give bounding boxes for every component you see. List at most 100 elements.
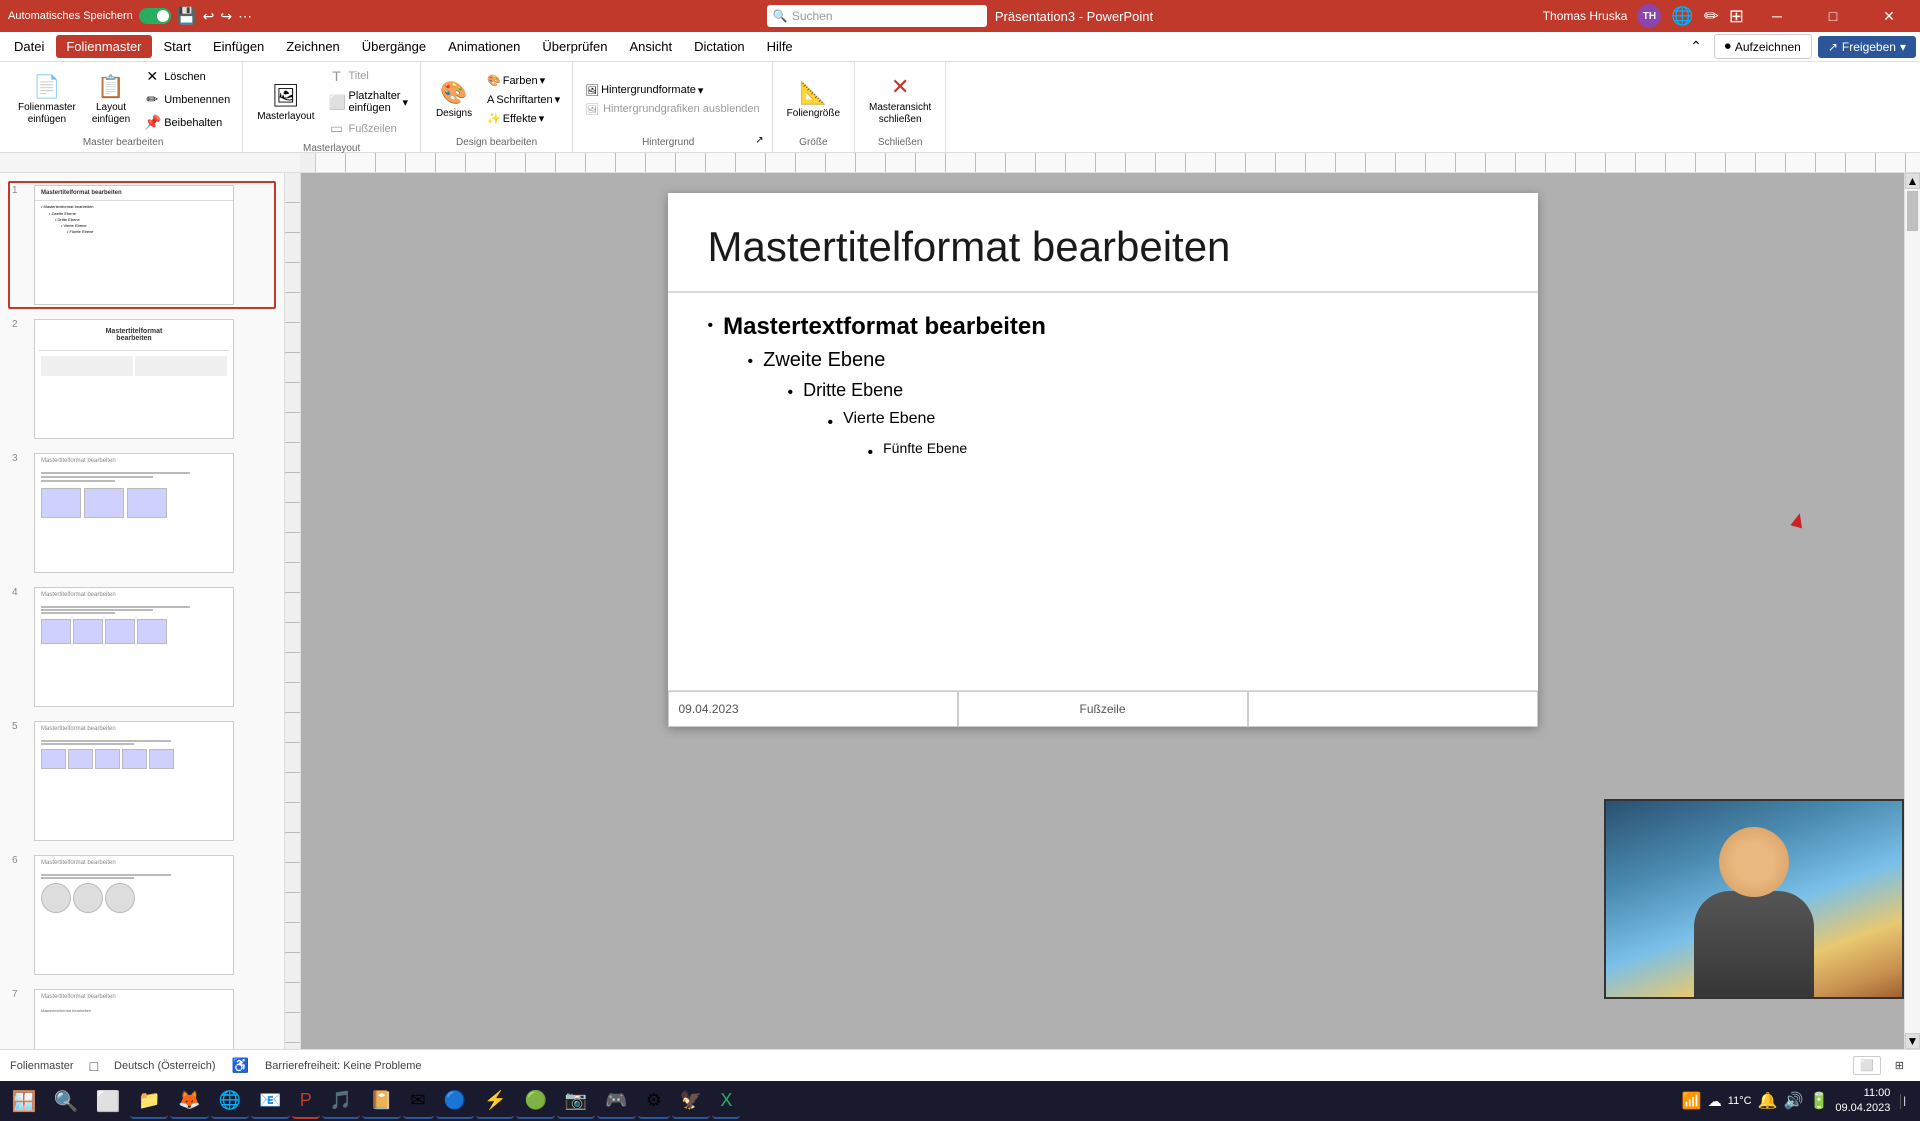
beibehalten-button[interactable]: 📌 Beibehalten [140,112,234,133]
slide-canvas: Mastertitelformat bearbeiten • Mastertex… [668,193,1538,727]
bullet-dot-2: • [748,353,754,371]
slide-area: Mastertitelformat bearbeiten • Mastertex… [301,173,1904,1049]
scroll-up-button[interactable]: ▲ [1905,173,1920,189]
ribbon-group-design: 🎨 Designs 🎨 Farben ▾ A Schriftarten ▾ [421,62,573,152]
minimize-button[interactable]: ─ [1754,0,1800,32]
platzhalter-dropdown[interactable]: Platzhaltereinfügen ▾ [349,90,409,114]
folienmaster-einfuegen-button[interactable]: 📄 Folienmastereinfügen [12,70,82,130]
redo-icon[interactable]: ↪ [220,8,232,25]
scroll-down-button[interactable]: ▼ [1905,1033,1920,1049]
foliengroesse-button[interactable]: 📐 Foliengröße [781,76,846,124]
user-avatar[interactable]: TH [1637,4,1661,28]
menu-folienmaster[interactable]: Folienmaster [56,35,151,58]
undo-icon[interactable]: ↩ [203,8,215,25]
taskbar-explorer[interactable]: 📁 [130,1083,168,1119]
loeschen-label: Löschen [164,71,206,83]
taskbar-app5[interactable]: ✉ [403,1083,434,1119]
search-box[interactable]: 🔍 Suchen [767,5,987,27]
taskbar-chrome[interactable]: 🌐 [211,1083,249,1119]
layout-einfuegen-button[interactable]: 📋 Layouteinfügen [86,70,136,130]
menu-dictation[interactable]: Dictation [684,35,755,58]
taskbar-clock[interactable]: 11:00 09.04.2023 [1835,1086,1890,1117]
app9-icon: 📷 [565,1090,587,1111]
taskbar-app10[interactable]: 🎮 [597,1083,635,1119]
notify-icon[interactable]: 🔔 [1758,1091,1778,1111]
menu-hilfe[interactable]: Hilfe [757,35,803,58]
share-button[interactable]: ↗ Freigeben ▾ [1818,36,1916,58]
taskbar-app7[interactable]: ⚡ [476,1083,514,1119]
bullet-text-2: Zweite Ebene [763,349,885,372]
taskbar-excel[interactable]: X [712,1083,740,1119]
taskbar-outlook[interactable]: 📧 [251,1083,289,1119]
maximize-button[interactable]: □ [1810,0,1856,32]
slide-thumb-3[interactable]: 3 Mastertitelformat bearbeiten [8,449,276,577]
slide-num-4: 4 [12,587,28,598]
save-icon[interactable]: 💾 [177,6,197,26]
taskbar-firefox[interactable]: 🦊 [170,1083,208,1119]
hintergrund-expand-icon[interactable]: ↗ [755,135,763,146]
taskbar-app4[interactable]: 📔 [362,1083,400,1119]
ribbon-group-hintergrund-row: 🖼 Hintergrundformate ▾ 🖼 Hintergrundgraf… [581,66,764,133]
taskbar-app12[interactable]: 🦅 [672,1083,710,1119]
slide-thumb-1[interactable]: 1 Mastertitelformat bearbeiten • Mastert… [8,181,276,309]
slide-thumb-7[interactable]: 7 Mastertitelformat bearbeiten Mastertex… [8,985,276,1049]
farben-dropdown[interactable]: 🎨 Farben ▾ [483,72,564,89]
network-icon[interactable]: 📶 [1682,1091,1702,1111]
grid-icon[interactable]: ⊞ [1729,6,1744,27]
platzhalter-einfuegen-button[interactable]: ⬜ Platzhaltereinfügen ▾ [325,88,413,116]
taskbar-powerpoint[interactable]: P [292,1083,320,1119]
app5-icon: ✉ [411,1090,426,1111]
menu-datei[interactable]: Datei [4,35,54,58]
menu-uebergaenge[interactable]: Übergänge [352,35,436,58]
edge-icon[interactable]: 🌐 [1671,6,1693,27]
menu-ansicht[interactable]: Ansicht [619,35,682,58]
grid-view-button[interactable]: ⊞ [1889,1057,1910,1074]
volume-icon[interactable]: 🔊 [1783,1091,1803,1111]
taskbar-app6[interactable]: 🔵 [436,1083,474,1119]
slide-preview-6: Mastertitelformat bearbeiten [34,855,234,975]
slide-thumb-6[interactable]: 6 Mastertitelformat bearbeiten [8,851,276,979]
taskbar-app3[interactable]: 🎵 [322,1083,360,1119]
record-button[interactable]: ⏺ Aufzeichnen [1714,34,1812,59]
fusszeilen-icon: ▭ [329,120,345,137]
right-scrollbar[interactable]: ▲ ▼ [1904,173,1920,1049]
pen-icon[interactable]: ✏ [1704,6,1719,27]
menu-einfuegen[interactable]: Einfügen [203,35,274,58]
taskbar-app8[interactable]: 🟢 [516,1083,554,1119]
taskbar-app9[interactable]: 📷 [557,1083,595,1119]
designs-button[interactable]: 🎨 Designs [429,76,479,124]
fusszeilen-label: Fußzeilen [349,123,397,135]
hintergrundformate-dropdown[interactable]: 🖼 Hintergrundformate ▾ [581,82,764,99]
slide-thumb-4[interactable]: 4 Mastertitelformat bearbeiten [8,583,276,711]
taskview-button[interactable]: ⬜ [88,1083,128,1119]
taskbar-app11[interactable]: ⚙ [638,1083,670,1119]
more-tools-icon[interactable]: ⋯ [238,8,252,25]
loeschen-button[interactable]: ✕ Löschen [140,66,234,87]
umbenennen-button[interactable]: ✏ Umbenennen [140,89,234,110]
start-button[interactable]: 🪟 [4,1083,44,1119]
webcam-overlay [1604,799,1904,999]
masterlayout-button[interactable]: 🖼 Masterlayout [251,79,320,127]
effekte-dropdown[interactable]: ✨ Effekte ▾ [483,110,564,127]
slide-content-box[interactable]: • Mastertextformat bearbeiten • Zweite E… [668,293,1538,490]
scroll-track[interactable] [1905,189,1920,1033]
menu-start[interactable]: Start [154,35,201,58]
menu-animationen[interactable]: Animationen [438,35,530,58]
show-desktop-button[interactable]: | [1900,1094,1908,1109]
autosave-toggle[interactable] [139,8,171,24]
slide-thumb-2[interactable]: 2 Mastertitelformatbearbeiten [8,315,276,443]
masteransicht-schliessen-button[interactable]: ✕ Masteransichtschließen [863,70,937,130]
slide-thumb-5[interactable]: 5 Mastertitelformat bearbeiten [8,717,276,845]
loeschen-icon: ✕ [144,68,160,85]
scroll-thumb[interactable] [1907,191,1918,231]
titel-label: Titel [349,70,369,82]
search-taskbar-button[interactable]: 🔍 [46,1083,86,1119]
normal-view-button[interactable]: ⬜ [1853,1056,1881,1075]
menu-zeichnen[interactable]: Zeichnen [276,35,349,58]
slide-title-box[interactable]: Mastertitelformat bearbeiten [668,193,1538,293]
umbenennen-label: Umbenennen [164,94,230,106]
menu-ueberpruefen[interactable]: Überprüfen [532,35,617,58]
close-button[interactable]: ✕ [1866,0,1912,32]
collapse-ribbon-icon[interactable]: ⌃ [1684,36,1708,57]
schriftarten-dropdown[interactable]: A Schriftarten ▾ [483,91,564,108]
